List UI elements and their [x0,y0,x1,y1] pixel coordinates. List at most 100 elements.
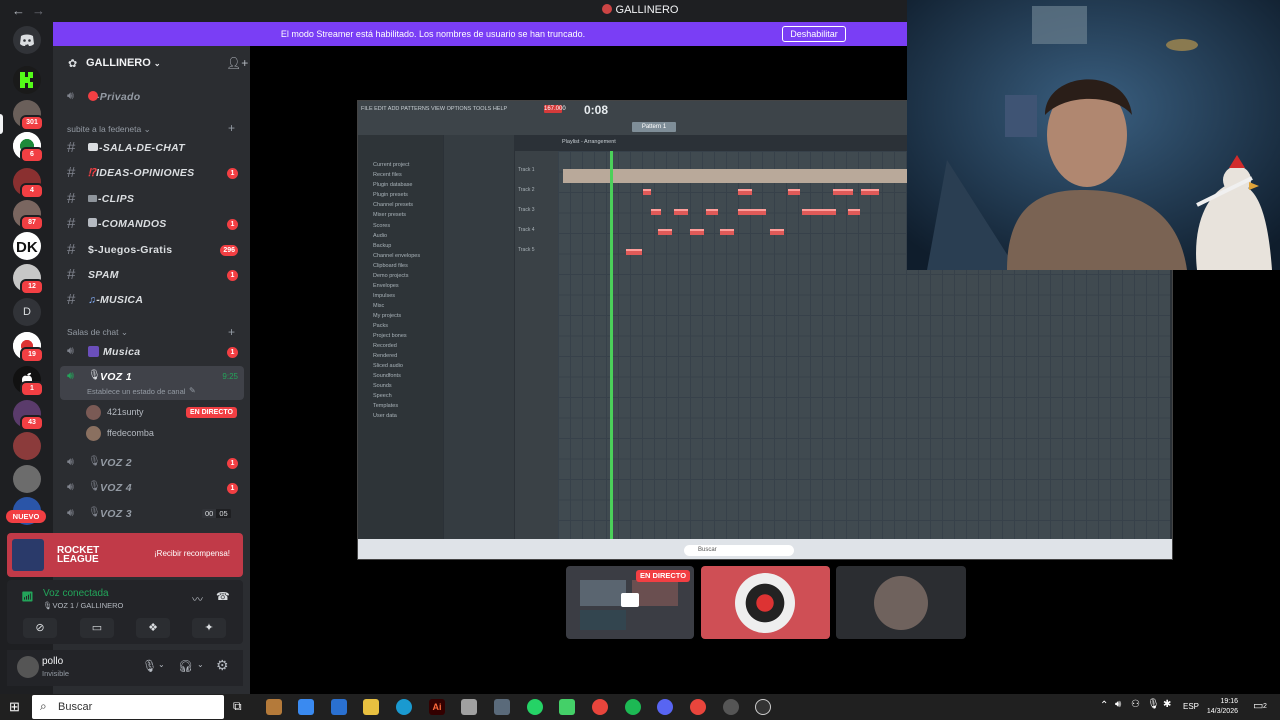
disconnect-icon[interactable]: ☎︎ [216,590,230,603]
voice-channel-voz-1[interactable]: 🔊︎ 🎙︎ VOZ 1 9:25 Establece un estado de … [60,366,244,400]
activities-button[interactable]: ❖ [136,618,170,638]
whatsapp-taskbar-icon[interactable] [527,699,543,715]
apple-server-icon[interactable]: 1 [13,366,44,397]
kick-server-icon[interactable] [13,66,41,94]
robot-emoji-icon [88,218,97,227]
video-off-button[interactable]: ⊘ [23,618,57,638]
server-badge: 4 [20,183,44,199]
browser-item: Project bones [373,333,407,339]
volume-icon[interactable]: 🔊︎ [1115,699,1121,710]
task-view-icon[interactable]: ⧉ [233,699,242,714]
rocket-league-promo[interactable]: ROCKET LEAGUE ¡Recibir recompensa! [7,533,243,577]
category-subite[interactable]: subite a la fedeneta ⌄ [67,124,151,135]
obs-taskbar-icon[interactable] [723,699,739,715]
channel-comandos[interactable]: # -COMANDOS 1 [60,213,244,235]
exclamation-emoji-icon: ⁉ [88,167,96,179]
channel-sala-de-chat[interactable]: # -SALA-DE-CHAT [60,137,244,159]
voice-member[interactable]: ffedecomba [86,425,238,443]
notification-icon[interactable]: ▭ [1253,699,1263,712]
channel-privado[interactable]: 🔊︎ -Privado [60,86,244,108]
avatar[interactable] [17,656,39,678]
server-letter-icon[interactable]: D [13,298,41,326]
network-icon[interactable]: ⚇ [1131,699,1140,710]
taskbar-search-text: Buscar [58,701,93,713]
live-badge: EN DIRECTO [185,407,237,418]
headphones-icon[interactable]: 🎧︎ [178,659,193,673]
chrome-taskbar-icon[interactable] [592,699,608,715]
channel-spam[interactable]: # SPAM 1 [60,264,244,286]
new-servers-badge[interactable]: NUEVO [6,510,46,523]
server-icon-6[interactable]: 19 [13,332,44,363]
mention-badge: 1 [227,483,238,494]
microphone-tray-icon[interactable]: 🎙︎ [1147,699,1160,710]
server-icon-2[interactable]: 6 [13,132,44,163]
screen-share-button[interactable]: ▭ [80,618,114,638]
edge-taskbar-icon[interactable] [396,699,412,715]
server-icon-8[interactable] [13,432,41,460]
mic-emoji-icon: 🎙︎ [88,456,101,467]
fl-studio-taskbar-icon[interactable] [266,699,282,715]
hash-icon: # [67,139,76,156]
app-taskbar-icon[interactable] [461,699,477,715]
server-icon-5[interactable]: 12 [13,264,44,295]
claim-reward-button[interactable]: ¡Recibir recompensa! [154,549,230,558]
disable-streamer-button[interactable]: Deshabilitar [782,26,846,42]
dk-server-icon[interactable]: DK [13,232,41,260]
bluetooth-icon[interactable]: ✱ [1163,699,1171,710]
server-icon-3[interactable]: 4 [13,168,44,199]
media-player-taskbar-icon[interactable] [755,699,771,715]
language-indicator[interactable]: ESP [1183,702,1199,711]
server-icon-7[interactable]: 43 [13,400,44,431]
soundboard-icon: ✦ [204,622,214,634]
explorer-taskbar-icon[interactable] [363,699,379,715]
speaker-icon: 🔊︎ [67,507,74,519]
voice-channel-musica[interactable]: 🔊︎ Musica 1 [60,341,244,363]
discord-home-icon[interactable] [13,26,41,54]
server-name[interactable]: GALLINERO ⌄ [86,57,161,69]
illustrator-taskbar-icon[interactable]: Ai [429,699,445,715]
discord-taskbar-icon[interactable] [657,699,673,715]
server-icon-1[interactable]: 301 [13,100,44,131]
set-channel-status[interactable]: Establece un estado de canal [87,387,185,396]
store-taskbar-icon[interactable] [331,699,347,715]
phone-taskbar-icon[interactable] [559,699,575,715]
channel-ideas-opiniones[interactable]: # ⁉IDEAS-OPINIONES 1 [60,162,244,184]
avatar [86,405,101,420]
spotify-taskbar-icon[interactable] [625,699,641,715]
calculator-taskbar-icon[interactable] [494,699,510,715]
invite-user-icon[interactable]: 👤︎+ [226,56,248,70]
windows-start-icon[interactable]: ⊞ [9,699,20,715]
noise-suppression-icon[interactable]: 〰 [192,591,203,607]
server-icon-9[interactable] [13,465,41,493]
voice-member[interactable]: 421sunty EN DIRECTO [86,404,238,422]
user-settings-icon[interactable]: ⚙︎ [216,657,229,674]
microphone-icon[interactable]: 🎙︎ [142,659,157,673]
taskbar-clock[interactable]: 19:16 14/3/2026 [1202,697,1238,717]
participant-tile[interactable] [836,566,966,639]
channel-juegos-gratis[interactable]: # $-Juegos-Gratis 296 [60,239,244,261]
chevron-down-icon[interactable]: ⌄ [158,660,165,669]
soundboard-button[interactable]: ✦ [192,618,226,638]
speaker-icon: 🔊︎ [67,481,74,493]
copilot-taskbar-icon[interactable] [298,699,314,715]
pencil-icon[interactable]: ✎ [189,386,196,395]
browser-item: My projects [373,313,402,319]
track-label: Track 1 [518,167,535,173]
category-salas-de-chat[interactable]: Salas de chat ⌄ [67,327,128,338]
browser-item: Speech [373,393,392,399]
chrome-profile-taskbar-icon[interactable] [690,699,706,715]
chevron-up-icon[interactable]: ⌃ [1100,700,1108,711]
voice-channel-path[interactable]: 🎙︎VOZ 1 / GALLINERO [43,601,123,610]
track-label: Track 2 [518,187,535,193]
channel-clips[interactable]: # -CLIPS [60,188,244,210]
channel-label: -SALA-DE-CHAT [88,142,185,154]
chevron-down-icon[interactable]: ⌄ [197,660,204,669]
voice-channel-voz-3[interactable]: 🔊︎ 🎙︎ VOZ 3 00 05 [60,503,244,525]
participant-tile[interactable] [701,566,830,639]
voice-channel-voz-4[interactable]: 🔊︎ 🎙︎ VOZ 4 1 [60,477,244,499]
voice-channel-voz-2[interactable]: 🔊︎ 🎙︎ VOZ 2 1 [60,452,244,474]
channel-musica-text[interactable]: # ♫-MUSICA [60,289,244,311]
add-channel-icon[interactable]: + [228,325,235,339]
server-icon-4[interactable]: 87 [13,200,44,231]
add-channel-icon[interactable]: + [228,121,235,135]
